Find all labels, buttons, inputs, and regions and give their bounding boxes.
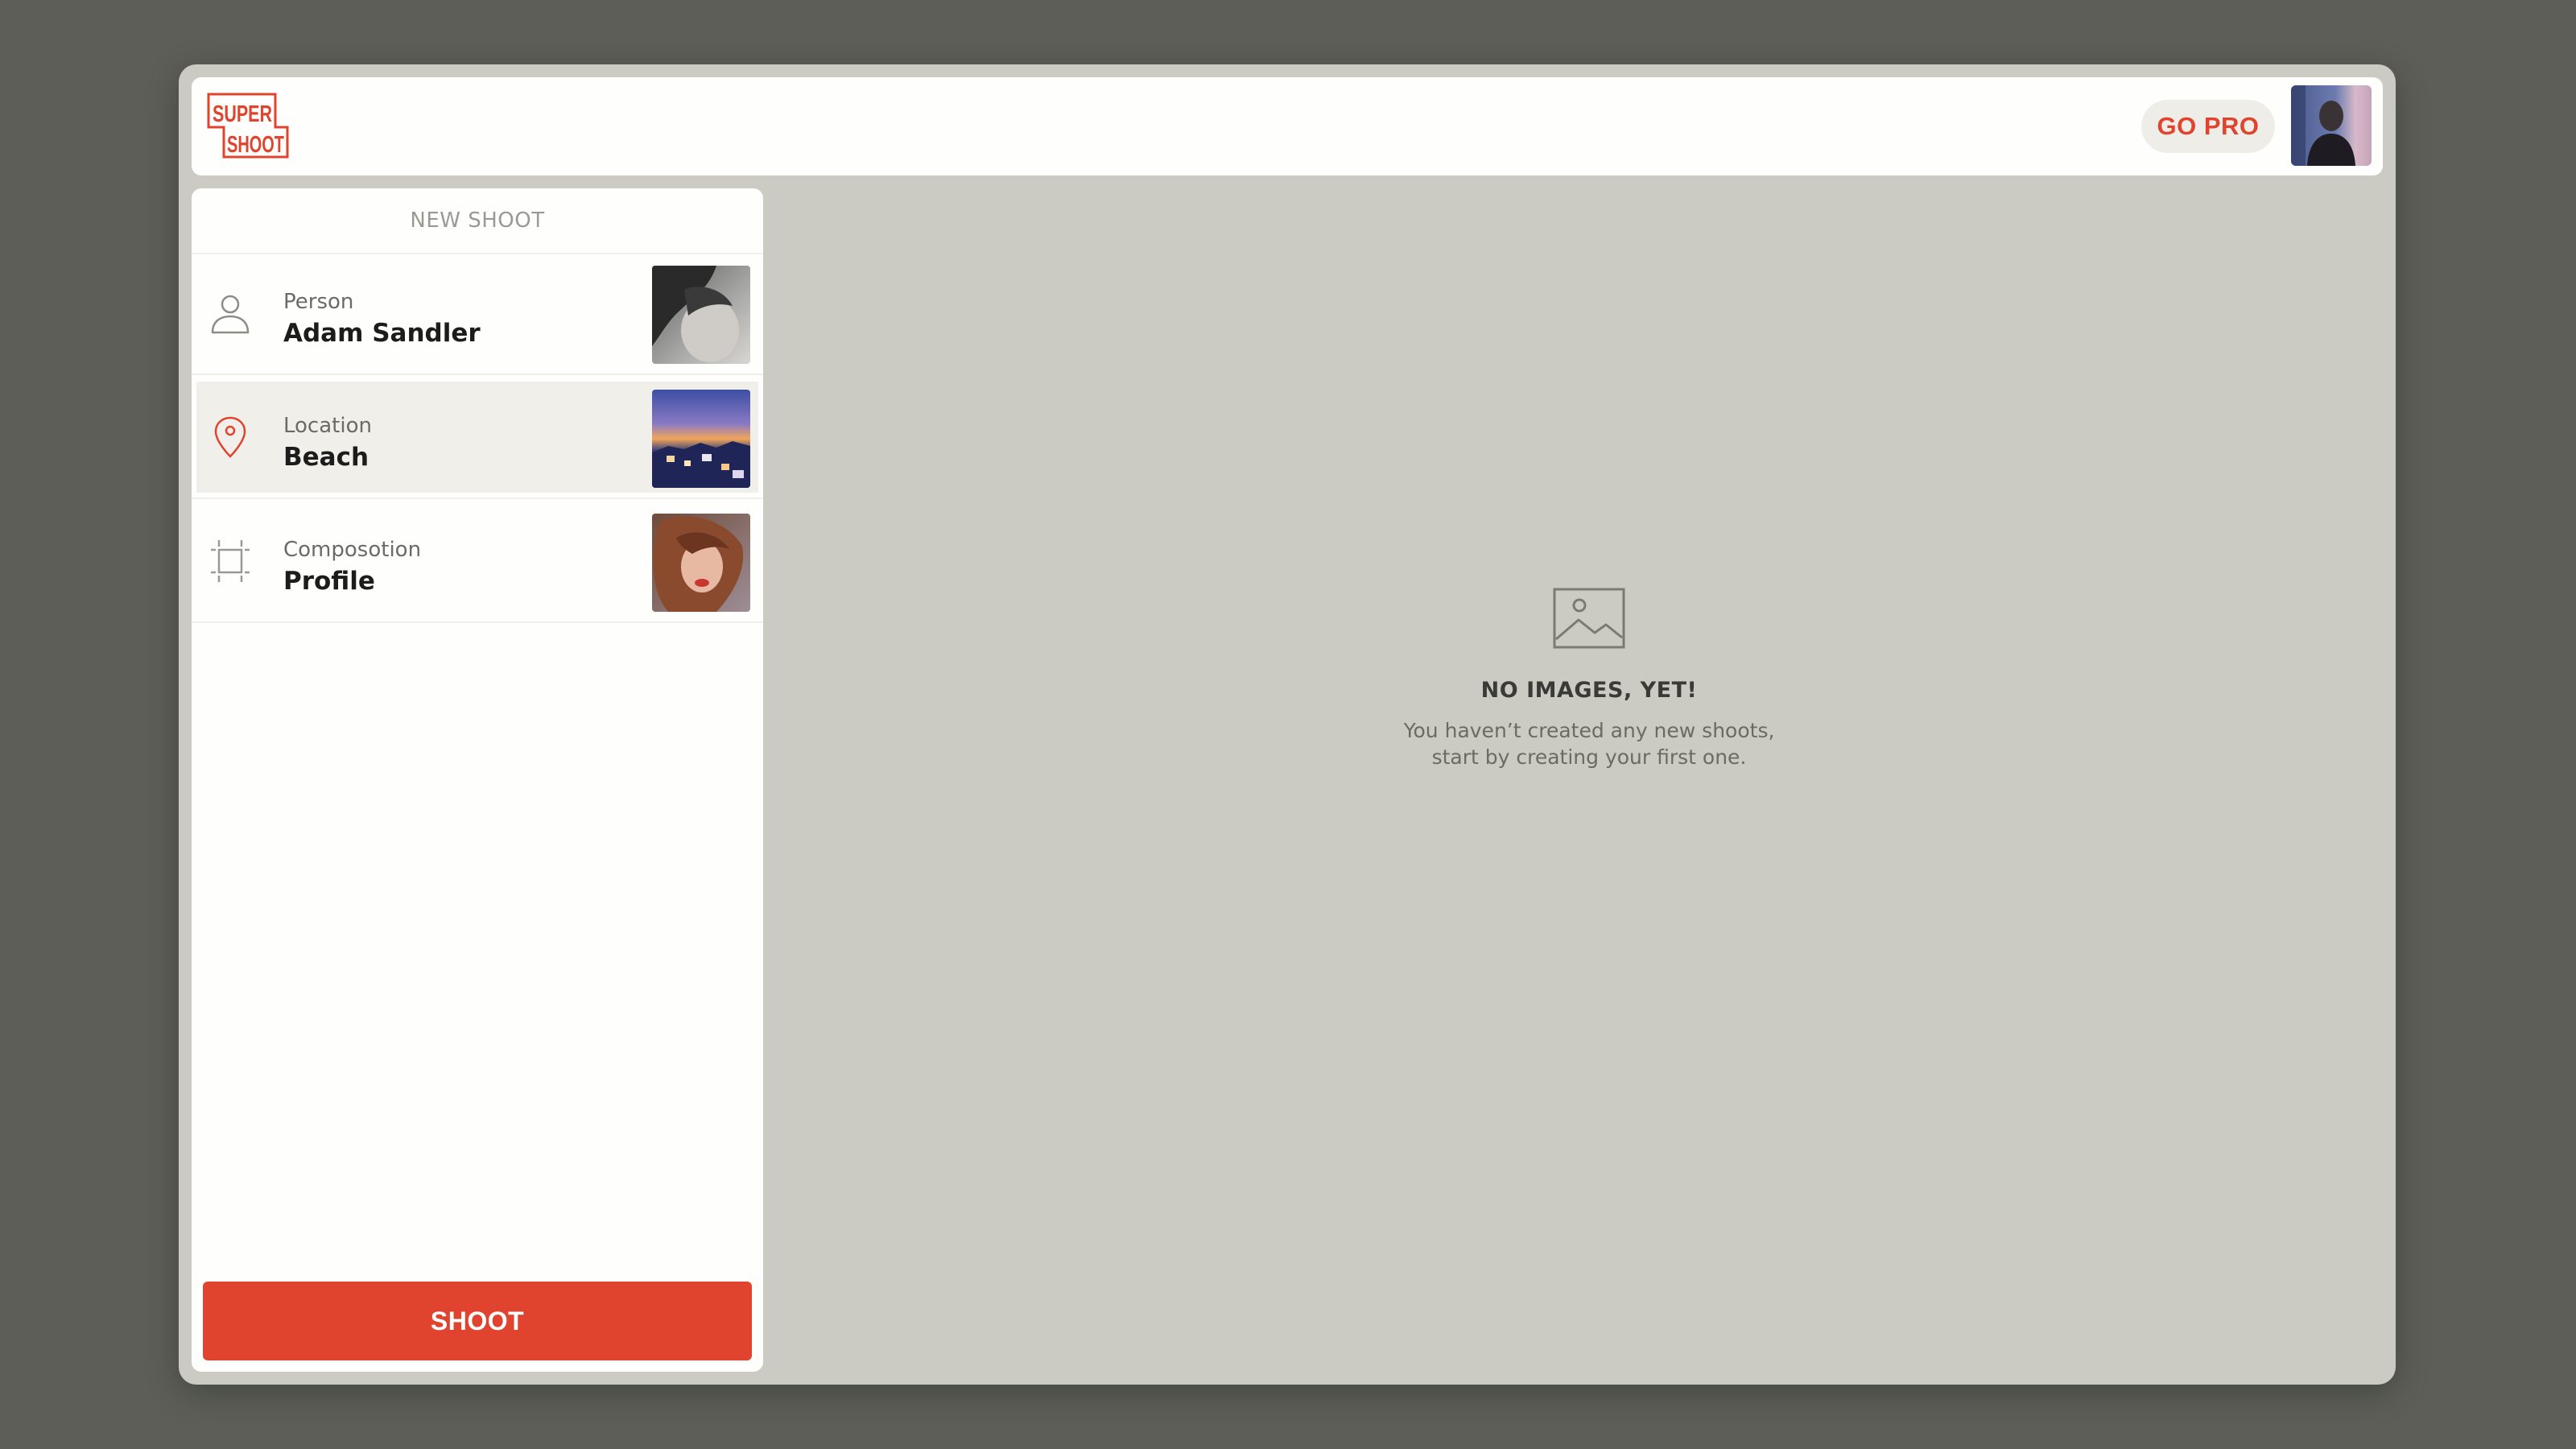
shoot-option-composition[interactable]: Composotion Profile [196,506,758,617]
row-divider [192,497,763,499]
person-thumbnail [652,266,750,364]
app-window: SUPER SHOOT GO PRO NEW SHOOT Person Adam… [179,64,2396,1385]
option-label: Composotion [283,538,422,562]
logo-mark: SUPER SHOOT [207,93,289,159]
row-divider [192,621,763,623]
go-pro-button[interactable]: GO PRO [2141,100,2275,153]
person-icon [208,291,253,336]
option-value: Profile [283,567,375,596]
empty-state-line-2: start by creating your first one. [1431,745,1747,769]
top-bar: SUPER SHOOT GO PRO [192,77,2383,175]
crop-frame-icon [208,539,253,584]
empty-state-message: You haven’t created any new shoots, star… [1340,717,1839,770]
row-divider [192,374,763,375]
super-shoot-logo[interactable]: SUPER SHOOT [206,92,290,159]
panel-title: NEW SHOOT [192,188,763,254]
shoot-option-location[interactable]: Location Beach [196,382,758,493]
empty-state: NO IMAGES, YET! You haven’t created any … [1340,588,1839,770]
option-label: Person [283,290,354,314]
option-value: Beach [283,443,369,472]
empty-state-line-1: You haven’t created any new shoots, [1403,719,1775,742]
image-icon [1553,588,1625,649]
shoot-button[interactable]: SHOOT [203,1282,752,1360]
user-avatar[interactable] [2291,85,2372,166]
location-thumbnail [652,390,750,488]
composition-thumbnail [652,514,750,612]
option-value: Adam Sandler [283,319,481,348]
empty-state-title: NO IMAGES, YET! [1480,678,1698,703]
shoot-option-person[interactable]: Person Adam Sandler [196,258,758,369]
logo-text-bottom: SHOOT [227,132,284,158]
logo-text-top: SUPER [213,101,272,127]
location-pin-icon [208,415,253,460]
new-shoot-panel: NEW SHOOT Person Adam Sandler Location B… [192,188,763,1372]
option-label: Location [283,414,372,438]
